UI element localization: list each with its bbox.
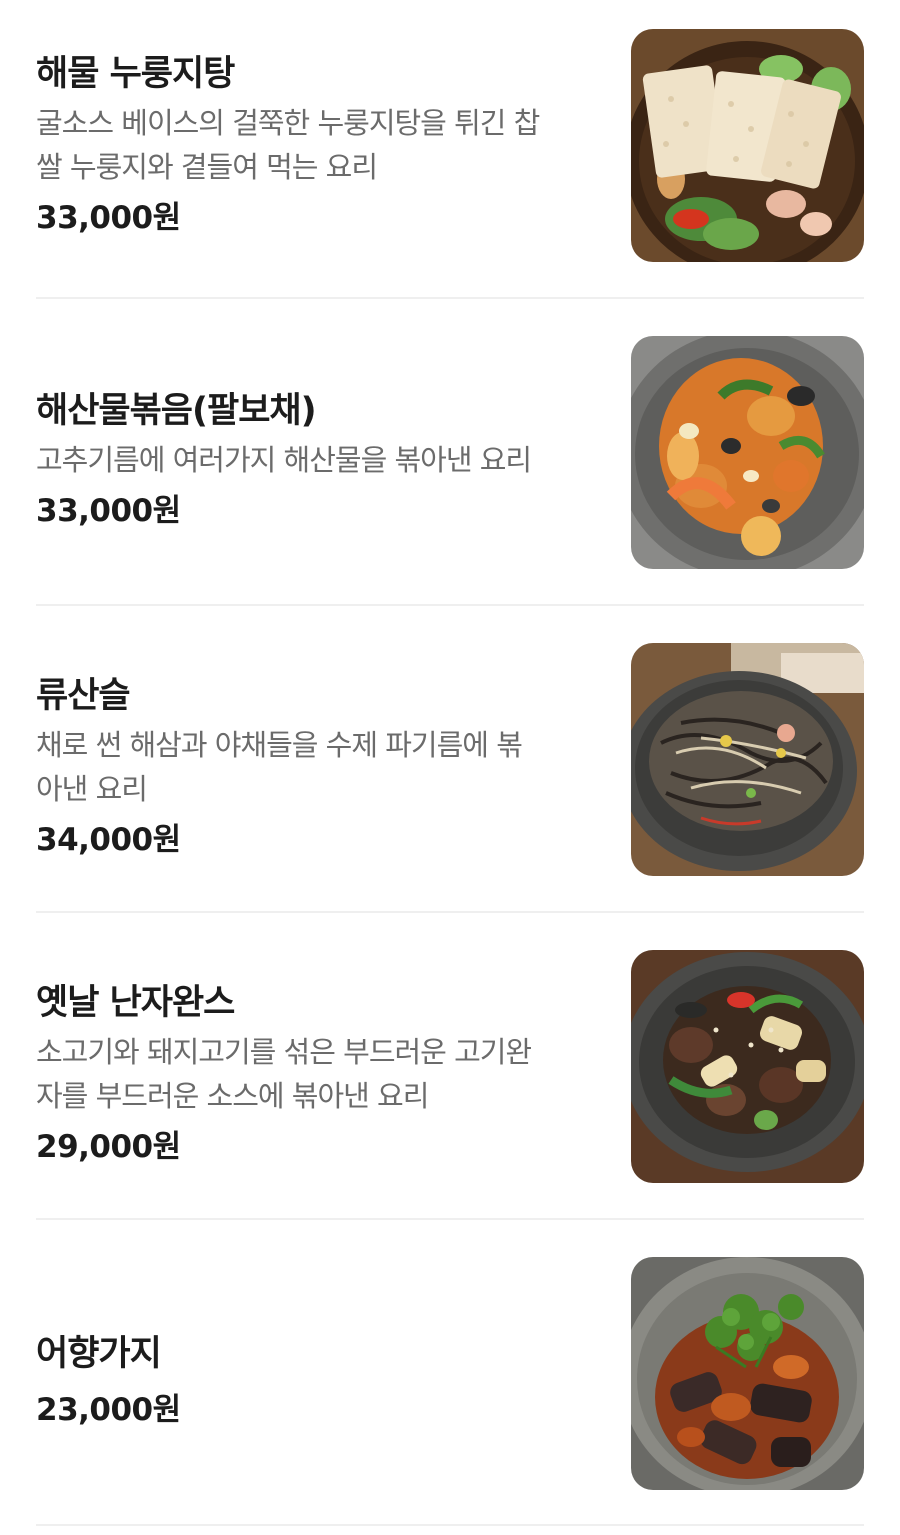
- menu-item-name: 해산물볶음(팔보채): [36, 390, 317, 431]
- menu-item-palbochae[interactable]: 해산물볶음(팔보채) 고추기름에 여러가지 해산물을 볶아낸 요리 33,000…: [0, 307, 900, 614]
- menu-item-description-line: 채로 썬 해삼과 야채들을 수제 파기름에 볶: [36, 727, 523, 762]
- menu-item-name: 어향가지: [36, 1333, 162, 1374]
- menu-item-description-line: 소고기와 돼지고기를 섞은 부드러운 고기완: [36, 1034, 532, 1069]
- menu-item-description-line: 아낸 요리: [36, 771, 148, 806]
- menu-item-description-line: 쌀 누룽지와 곁들여 먹는 요리: [36, 149, 378, 184]
- palbochae-photo: [631, 336, 864, 569]
- menu-item-text: 류산슬 채로 썬 해삼과 야채들을 수제 파기름에 볶 아낸 요리 34,000…: [36, 614, 606, 921]
- seafood-nurungji-soup-photo: [631, 29, 864, 262]
- menu-item-name: 옛날 난자완스: [36, 982, 235, 1023]
- menu-item-nanjawanseu[interactable]: 옛날 난자완스 소고기와 돼지고기를 섞은 부드러운 고기완 자를 부드러운 소…: [0, 921, 900, 1228]
- menu-item-seafood-nurungji[interactable]: 해물 누룽지탕 굴소스 베이스의 걸쭉한 누룽지탕을 튀긴 찹 쌀 누룽지와 곁…: [0, 0, 900, 307]
- menu-item-price: 23,000원: [36, 1391, 181, 1428]
- divider: [36, 1524, 864, 1526]
- menu-item-name: 류산슬: [36, 675, 131, 716]
- menu-item-name: 해물 누룽지탕: [36, 53, 235, 94]
- menu-item-price: 34,000원: [36, 821, 181, 858]
- menu-item-price: 29,000원: [36, 1128, 181, 1165]
- eohyang-eggplant-photo: [631, 1257, 864, 1490]
- menu-item-price: 33,000원: [36, 199, 181, 236]
- menu-item-description-line: 자를 부드러운 소스에 볶아낸 요리: [36, 1078, 429, 1113]
- menu-list: 해물 누룽지탕 굴소스 베이스의 걸쭉한 누룽지탕을 튀긴 찹 쌀 누룽지와 곁…: [0, 0, 900, 1529]
- menu-item-description-line: 굴소스 베이스의 걸쭉한 누룽지탕을 튀긴 찹: [36, 105, 540, 140]
- ryusanseul-photo: [631, 643, 864, 876]
- menu-item-eohyang-gaji[interactable]: 어향가지 23,000원: [0, 1228, 900, 1535]
- menu-item-description-line: 고추기름에 여러가지 해산물을 볶아낸 요리: [36, 442, 532, 477]
- menu-item-ryusanseul[interactable]: 류산슬 채로 썬 해삼과 야채들을 수제 파기름에 볶 아낸 요리 34,000…: [0, 614, 900, 921]
- menu-item-text: 해산물볶음(팔보채) 고추기름에 여러가지 해산물을 볶아낸 요리 33,000…: [36, 307, 606, 614]
- nanjawanseu-photo: [631, 950, 864, 1183]
- menu-item-price: 33,000원: [36, 492, 181, 529]
- menu-item-text: 해물 누룽지탕 굴소스 베이스의 걸쭉한 누룽지탕을 튀긴 찹 쌀 누룽지와 곁…: [36, 0, 606, 299]
- menu-item-text: 옛날 난자완스 소고기와 돼지고기를 섞은 부드러운 고기완 자를 부드러운 소…: [36, 921, 606, 1228]
- divider: [36, 604, 864, 606]
- divider: [36, 297, 864, 299]
- divider: [36, 911, 864, 913]
- divider: [36, 1218, 864, 1220]
- menu-item-text: 어향가지 23,000원: [36, 1228, 606, 1535]
